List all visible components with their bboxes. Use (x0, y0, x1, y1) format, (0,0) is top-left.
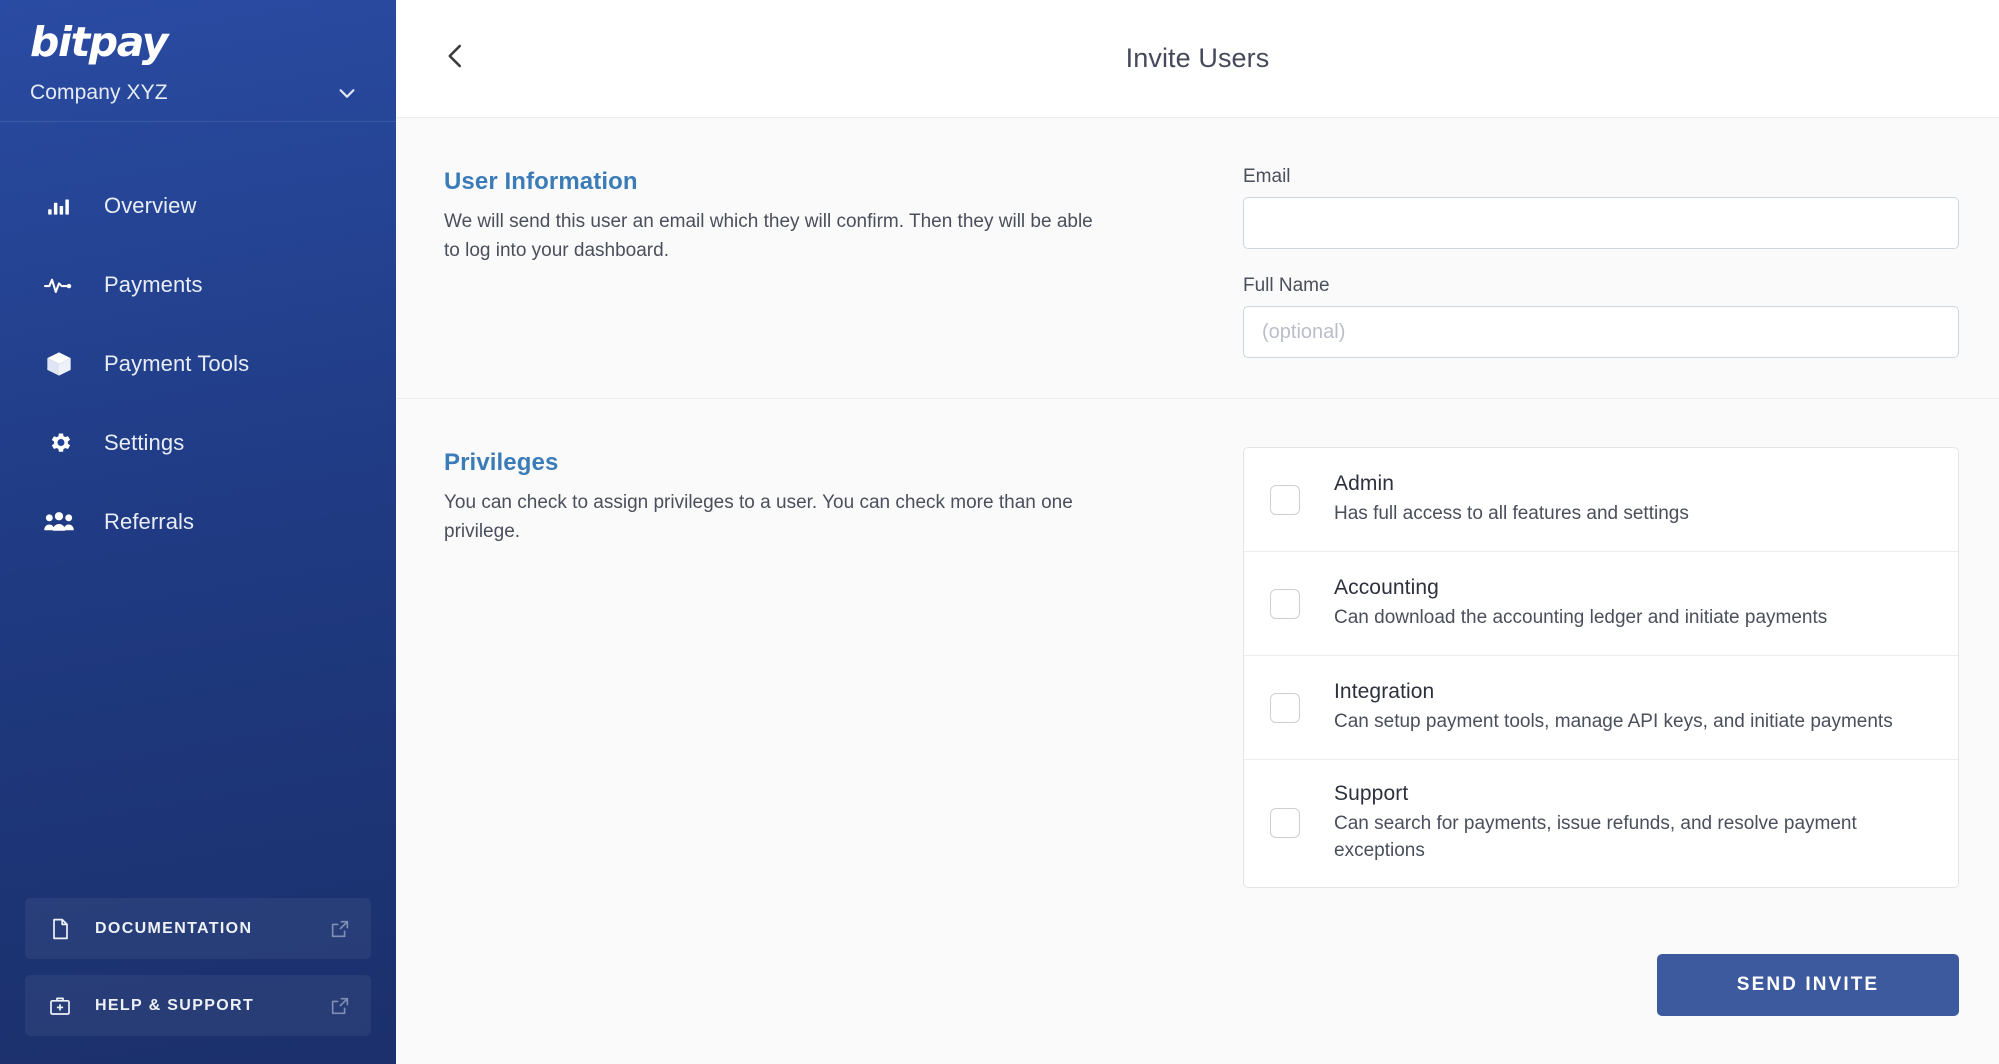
privilege-row-support[interactable]: Support Can search for payments, issue r… (1244, 760, 1958, 887)
privilege-text: Admin Has full access to all features an… (1334, 472, 1932, 528)
sidebar-item-label: Settings (104, 429, 185, 455)
email-label: Email (1243, 166, 1291, 187)
page-content: User Information We will send this user … (396, 118, 1999, 1064)
section-user-information: User Information We will send this user … (396, 118, 1999, 399)
chevron-left-icon (441, 41, 471, 76)
user-information-form: Email Full Name (1243, 166, 1959, 358)
email-field-group: Email (1243, 166, 1959, 249)
privilege-text: Support Can search for payments, issue r… (1334, 782, 1932, 865)
page-header: Invite Users (396, 0, 1999, 118)
documentation-button[interactable]: DOCUMENTATION (25, 898, 371, 959)
company-name-label: Company XYZ (30, 81, 168, 104)
sidebar-item-label: Referrals (104, 508, 195, 534)
sidebar-item-label: Payments (104, 271, 203, 297)
section-privileges: Privileges You can check to assign privi… (396, 399, 1999, 928)
privileges-card: Admin Has full access to all features an… (1243, 447, 1959, 888)
sidebar-bottom-actions: DOCUMENTATION HELP & SUPPORT (0, 898, 396, 1064)
sidebar-item-overview[interactable]: Overview (0, 166, 396, 245)
back-button[interactable] (434, 37, 478, 81)
main-panel: Invite Users User Information We will se… (396, 0, 1999, 1064)
app-root: bitpay Company XYZ Overview Payments Pay… (0, 0, 1999, 1064)
privilege-checkbox-accounting[interactable] (1270, 588, 1300, 619)
documentation-label: DOCUMENTATION (95, 919, 253, 937)
privilege-name: Support (1334, 782, 1409, 805)
form-footer: SEND INVITE (396, 928, 1999, 1050)
help-support-label: HELP & SUPPORT (95, 996, 255, 1014)
privilege-description: Has full access to all features and sett… (1334, 502, 1689, 524)
gear-icon (42, 426, 76, 460)
sidebar-item-payment-tools[interactable]: Payment Tools (0, 324, 396, 403)
privilege-name: Admin (1334, 471, 1395, 495)
email-input[interactable] (1243, 197, 1959, 249)
chevron-down-icon (336, 82, 358, 104)
privilege-description: Can setup payment tools, manage API keys… (1334, 710, 1893, 732)
box-3d-icon (42, 347, 76, 381)
sidebar-brand-block: bitpay Company XYZ (0, 0, 396, 122)
first-aid-kit-icon (47, 993, 73, 1019)
bitpay-logo: bitpay (30, 18, 168, 66)
full-name-label: Full Name (1243, 275, 1330, 296)
full-name-input[interactable] (1243, 306, 1959, 358)
section-description: You can check to assign privileges to a … (444, 492, 1073, 542)
sidebar-item-settings[interactable]: Settings (0, 403, 396, 482)
section-title: Privileges (444, 449, 559, 476)
external-link-icon (329, 918, 351, 940)
document-icon (47, 916, 73, 942)
sidebar-item-label: Payment Tools (104, 350, 250, 376)
privilege-checkbox-support[interactable] (1270, 808, 1300, 839)
privilege-name: Integration (1334, 679, 1435, 703)
privilege-checkbox-integration[interactable] (1270, 692, 1300, 723)
sidebar-item-payments[interactable]: Payments (0, 245, 396, 324)
help-support-button[interactable]: HELP & SUPPORT (25, 975, 371, 1036)
company-selector[interactable]: Company XYZ (30, 81, 366, 105)
users-group-icon (42, 505, 76, 539)
sidebar-item-referrals[interactable]: Referrals (0, 482, 396, 561)
section-title: User Information (444, 168, 638, 195)
privilege-checkbox-admin[interactable] (1270, 484, 1300, 515)
send-invite-button[interactable]: SEND INVITE (1657, 953, 1959, 1016)
privilege-name: Accounting (1334, 575, 1439, 599)
privilege-row-admin[interactable]: Admin Has full access to all features an… (1244, 448, 1958, 552)
sidebar-item-label: Overview (104, 192, 197, 218)
full-name-field-group: Full Name (1243, 275, 1959, 358)
privilege-text: Integration Can setup payment tools, man… (1334, 680, 1932, 736)
privileges-form: Admin Has full access to all features an… (1243, 447, 1959, 888)
external-link-icon (329, 995, 351, 1017)
privilege-row-accounting[interactable]: Accounting Can download the accounting l… (1244, 552, 1958, 656)
sidebar-nav: Overview Payments Payment Tools Settings… (0, 122, 396, 561)
bar-chart-icon (42, 189, 76, 223)
section-description: We will send this user an email which th… (444, 211, 1093, 261)
privilege-text: Accounting Can download the accounting l… (1334, 576, 1932, 632)
sidebar: bitpay Company XYZ Overview Payments Pay… (0, 0, 396, 1064)
user-information-intro: User Information We will send this user … (444, 166, 1134, 358)
privileges-intro: Privileges You can check to assign privi… (444, 447, 1134, 888)
privilege-row-integration[interactable]: Integration Can setup payment tools, man… (1244, 656, 1958, 760)
activity-pulse-icon (42, 268, 76, 302)
privilege-description: Can download the accounting ledger and i… (1334, 606, 1828, 628)
page-title: Invite Users (1125, 43, 1270, 73)
privilege-description: Can search for payments, issue refunds, … (1334, 813, 1857, 861)
